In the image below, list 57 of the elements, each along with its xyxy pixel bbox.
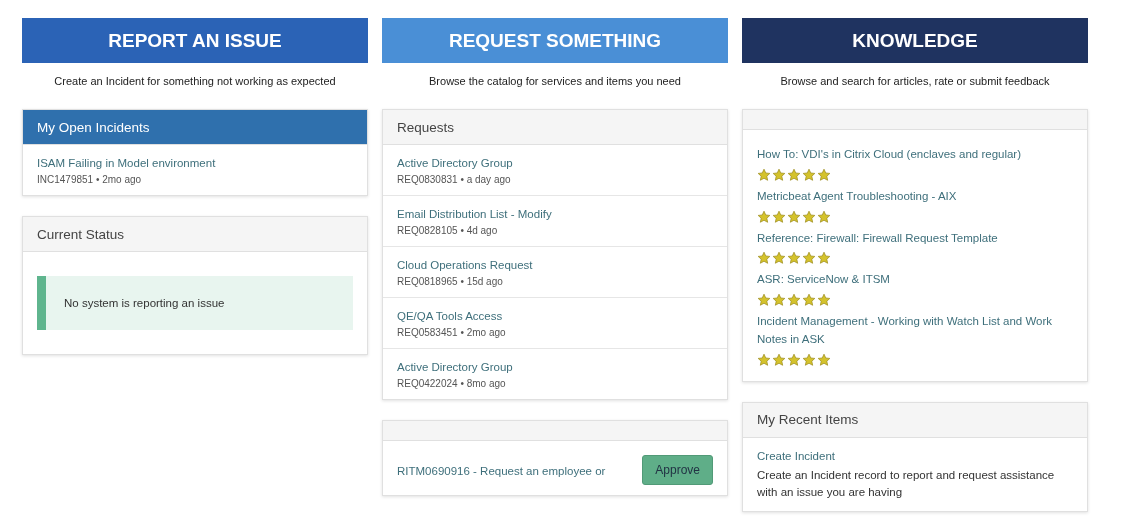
section-banner[interactable]: REQUEST SOMETHING — [382, 18, 728, 63]
section-description: Browse and search for articles, rate or submit feedback — [779, 75, 1051, 87]
item-meta: REQ0828105 • 4d ago — [397, 225, 499, 236]
star-icon — [817, 293, 831, 308]
card-header: My Recent Items — [743, 402, 1087, 438]
item-meta: REQ0818965 • 15d ago — [397, 276, 504, 287]
star-icon — [787, 251, 801, 266]
card-header: Requests — [383, 110, 727, 145]
star-icon — [817, 251, 831, 266]
star-icon — [802, 293, 816, 308]
article-link[interactable]: ASR: ServiceNow & ITSM — [757, 271, 1073, 290]
section-banner[interactable]: KNOWLEDGE — [742, 18, 1088, 63]
star-icon — [772, 352, 786, 367]
star-icon — [772, 167, 786, 182]
item-meta: REQ0583451 • 2mo ago — [397, 327, 507, 338]
star-icon — [817, 352, 831, 367]
star-icon — [817, 209, 831, 224]
item-link[interactable]: Active Directory Group — [397, 157, 713, 169]
star-icon — [802, 209, 816, 224]
star-icon — [802, 251, 816, 266]
item-link[interactable]: Create Incident — [757, 449, 1073, 462]
star-icon — [787, 352, 801, 367]
card-header: My Open Incidents — [23, 110, 367, 145]
card-header: Current Status — [23, 217, 367, 252]
article-link[interactable]: Metricbeat Agent Troubleshooting - AIX — [757, 187, 1073, 206]
status-alert: No system is reporting an issue — [37, 276, 353, 330]
item-meta: REQ0830831 • a day ago — [397, 174, 512, 185]
star-icon — [787, 167, 801, 182]
approve-button[interactable]: Approve — [642, 455, 713, 485]
star-icon — [757, 352, 771, 367]
section-description: Create an Incident for something not working as expected — [53, 75, 337, 87]
star-icon — [802, 352, 816, 367]
star-icon — [772, 293, 786, 308]
star-icon — [757, 293, 771, 308]
article-link[interactable]: Reference: Firewall: Firewall Request Template — [757, 229, 1073, 248]
item-meta: REQ0422024 • 8mo ago — [397, 378, 507, 389]
star-icon — [757, 167, 771, 182]
article-link[interactable]: Incident Management - Working with Watch List and Work Notes in ASK — [757, 313, 1073, 349]
item-link[interactable]: QE/QA Tools Access — [397, 310, 713, 322]
section-banner[interactable]: REPORT AN ISSUE — [22, 18, 368, 63]
star-icon — [817, 167, 831, 182]
star-icon — [787, 293, 801, 308]
star-icon — [772, 251, 786, 266]
star-icon — [757, 209, 771, 224]
item-link[interactable]: Cloud Operations Request — [397, 259, 713, 271]
article-link[interactable]: How To: VDI's in Citrix Cloud (enclaves and regular) — [757, 146, 1073, 164]
item-link[interactable]: ISAM Failing in Model environment — [37, 157, 353, 169]
approval-link[interactable]: RITM0690916 - Request an employee or — [397, 455, 606, 477]
item-link[interactable]: Active Directory Group — [397, 361, 713, 373]
star-icon — [772, 209, 786, 224]
star-icon — [757, 251, 771, 266]
item-link[interactable]: Email Distribution List - Modify — [397, 208, 713, 220]
star-icon — [787, 209, 801, 224]
star-icon — [802, 167, 816, 182]
section-description: Browse the catalog for services and items you need — [428, 75, 682, 87]
item-meta: INC1479851 • 2mo ago — [37, 174, 143, 185]
item-description: Create an Incident record to report and request assistance with an issue you are having — [757, 467, 1056, 501]
